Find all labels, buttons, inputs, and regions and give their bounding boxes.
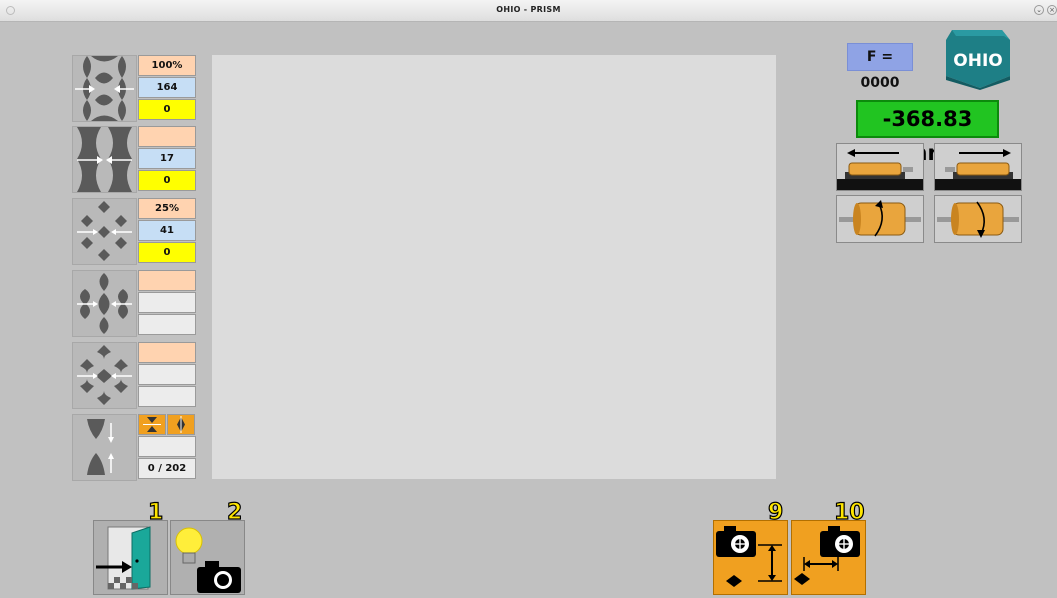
- exit-button[interactable]: [93, 520, 168, 595]
- tool-5-value[interactable]: [138, 386, 196, 407]
- move-left-button[interactable]: [836, 143, 924, 191]
- tool-2-percent[interactable]: [138, 126, 196, 147]
- stroke-mode-a-button[interactable]: [138, 414, 166, 435]
- tool-5-icon[interactable]: [72, 342, 137, 409]
- tool-2-count[interactable]: 17: [138, 148, 196, 169]
- light-camera-button[interactable]: [170, 520, 245, 595]
- tool-4-icon[interactable]: [72, 270, 137, 337]
- tool-2-value[interactable]: 0: [138, 170, 196, 191]
- preview-canvas[interactable]: [212, 55, 776, 479]
- tool-5-percent[interactable]: [138, 342, 196, 363]
- camera-measure-vertical-button[interactable]: [713, 520, 788, 595]
- tool-3-percent[interactable]: 25%: [138, 198, 196, 219]
- stroke-mode-b-button[interactable]: [167, 414, 195, 435]
- tool-1-value[interactable]: 0: [138, 99, 196, 120]
- stroke-blank-cell: [138, 436, 196, 457]
- tool-5-count[interactable]: [138, 364, 196, 385]
- tool-4-value[interactable]: [138, 314, 196, 335]
- tool-4-percent[interactable]: [138, 270, 196, 291]
- move-right-button[interactable]: [934, 143, 1022, 191]
- tool-3-count[interactable]: 41: [138, 220, 196, 241]
- tool-2-icon[interactable]: [72, 126, 137, 193]
- tool-3-value[interactable]: 0: [138, 242, 196, 263]
- ohio-logo: OHIO: [944, 26, 1014, 90]
- camera-measure-horizontal-button[interactable]: [791, 520, 866, 595]
- tool-1-percent[interactable]: 100%: [138, 55, 196, 76]
- position-readout: -368.83 mm: [856, 100, 999, 165]
- rotate-backward-button[interactable]: [934, 195, 1022, 243]
- light-camera-button-number: 2: [226, 499, 243, 525]
- stroke-counter: 0 / 202: [138, 458, 196, 479]
- window-title: OHIO - PRISM: [496, 5, 561, 14]
- tool-1-icon[interactable]: [72, 55, 137, 122]
- f-value-display: F = 0000: [847, 43, 913, 91]
- tool-3-icon[interactable]: [72, 198, 137, 265]
- tool-4-count[interactable]: [138, 292, 196, 313]
- stroke-tool-icon[interactable]: [72, 414, 137, 481]
- tool-1-count[interactable]: 164: [138, 77, 196, 98]
- minimize-icon[interactable]: ⌄: [1034, 5, 1044, 15]
- close-icon[interactable]: ×: [1047, 5, 1057, 15]
- svg-text:OHIO: OHIO: [953, 51, 1002, 71]
- exit-button-number: 1: [147, 499, 164, 525]
- rotate-forward-button[interactable]: [836, 195, 924, 243]
- title-bar: OHIO - PRISM ⌄ ×: [0, 0, 1057, 22]
- camera-measure-horizontal-number: 10: [833, 499, 865, 525]
- camera-measure-vertical-number: 9: [767, 499, 784, 525]
